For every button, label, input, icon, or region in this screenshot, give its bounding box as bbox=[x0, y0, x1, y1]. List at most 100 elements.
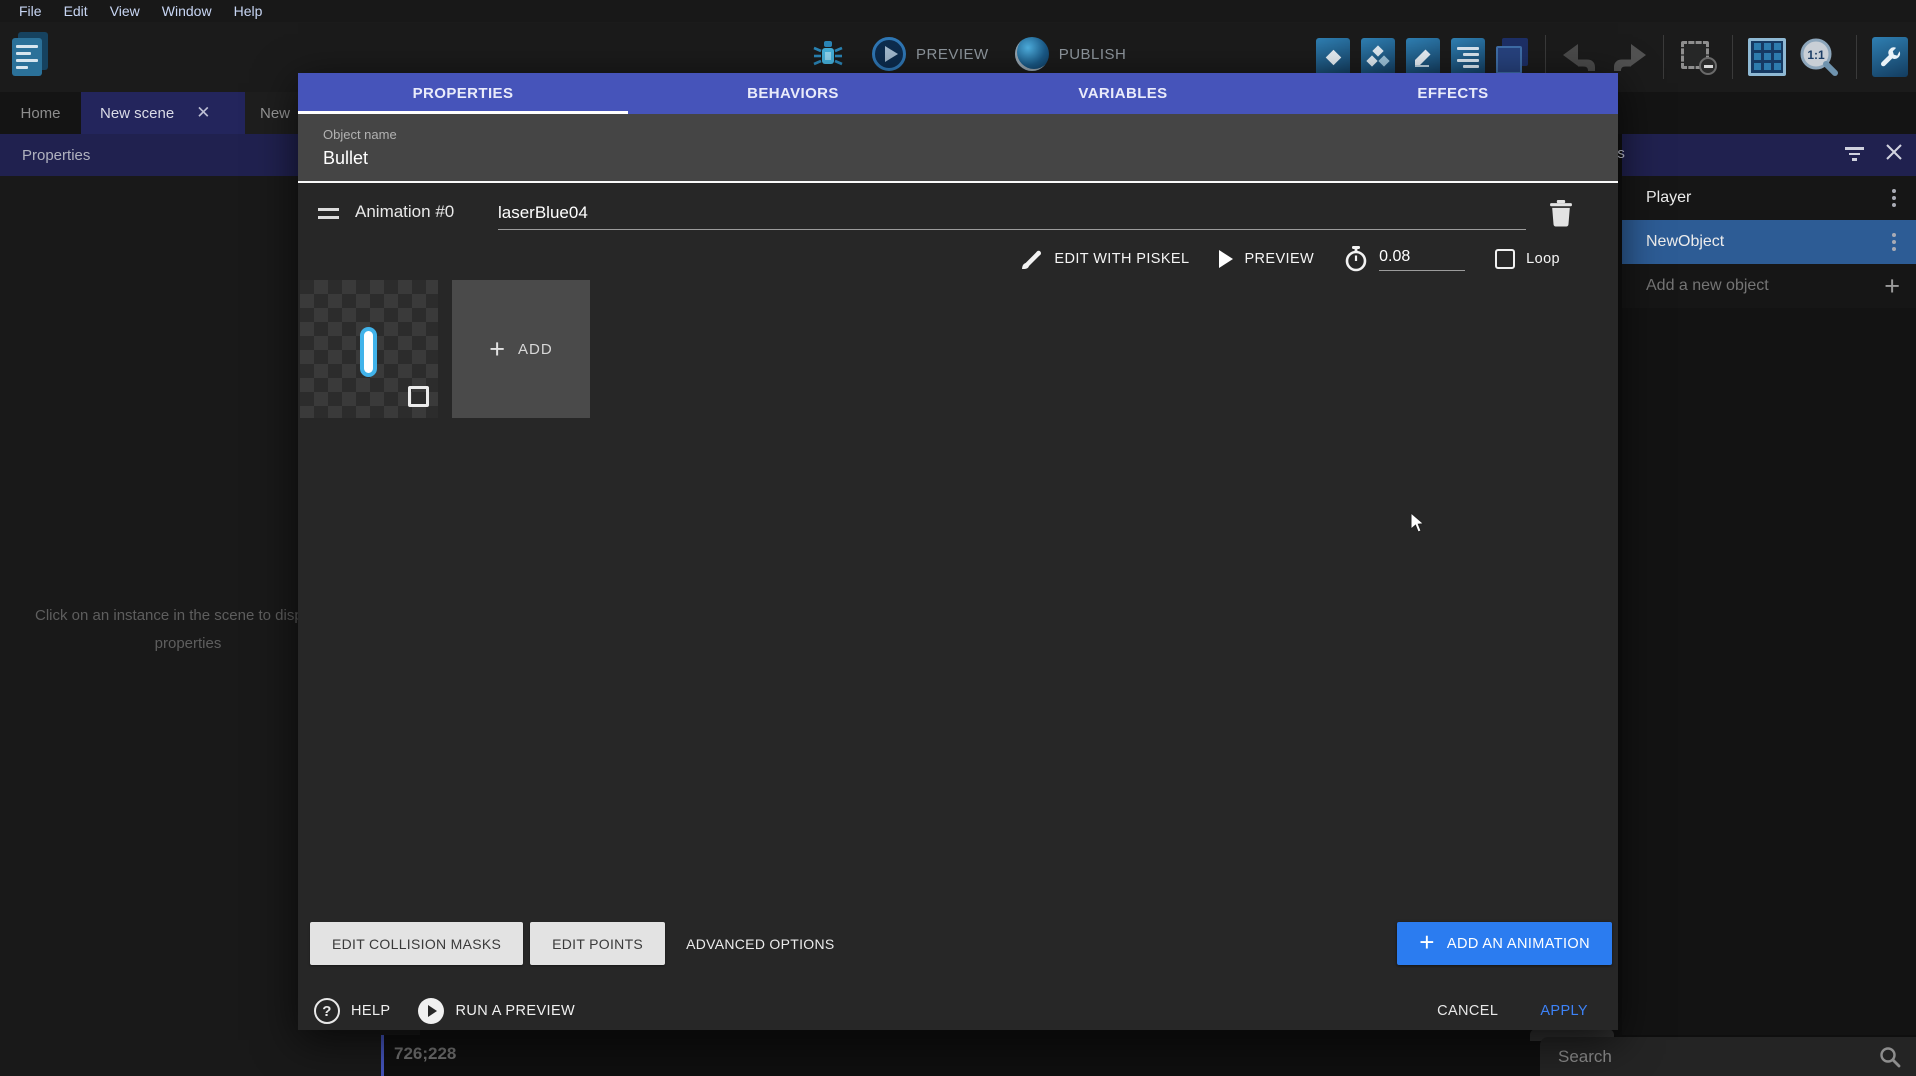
add-animation-button[interactable]: + ADD AN ANIMATION bbox=[1397, 922, 1612, 965]
stopwatch-icon bbox=[1344, 246, 1368, 272]
mouse-cursor bbox=[1410, 512, 1426, 534]
preview-play-icon bbox=[872, 37, 906, 71]
menu-view[interactable]: View bbox=[99, 3, 151, 19]
object-item-newobject[interactable]: NewObject bbox=[1622, 220, 1916, 264]
cube-glyph bbox=[1325, 49, 1341, 65]
drag-handle-icon[interactable] bbox=[318, 208, 339, 224]
add-frame-tile[interactable]: + ADD bbox=[452, 280, 590, 418]
page-lines-decoration bbox=[12, 38, 42, 76]
clear-selection-icon[interactable] bbox=[1679, 39, 1717, 75]
debug-icon[interactable] bbox=[812, 36, 844, 72]
status-bar: 726;228 bbox=[0, 1035, 1916, 1076]
menu-window[interactable]: Window bbox=[151, 3, 223, 19]
tab-new-scene-label: New scene bbox=[100, 105, 174, 122]
menu-bar: File Edit View Window Help bbox=[0, 0, 1916, 22]
zoom-1-1-icon[interactable]: 1:1 bbox=[1797, 36, 1841, 78]
plus-icon: + bbox=[1884, 271, 1900, 302]
list-glyph bbox=[1457, 47, 1479, 68]
grid-icon[interactable] bbox=[1748, 38, 1786, 76]
edit-scene-icon[interactable] bbox=[1406, 38, 1440, 76]
object-groups-icon[interactable] bbox=[1361, 38, 1395, 76]
delete-animation-button[interactable] bbox=[1548, 199, 1574, 227]
menu-edit[interactable]: Edit bbox=[53, 3, 99, 19]
search-icon[interactable] bbox=[1878, 1045, 1902, 1069]
dialog-tab-bar: PROPERTIES BEHAVIORS VARIABLES EFFECTS bbox=[298, 73, 1618, 114]
search-input[interactable] bbox=[1558, 1047, 1878, 1067]
menu-file[interactable]: File bbox=[8, 3, 53, 19]
close-tab-icon[interactable]: ✕ bbox=[196, 103, 210, 123]
cancel-button[interactable]: CANCEL bbox=[1437, 1003, 1498, 1019]
preview-label: PREVIEW bbox=[916, 46, 989, 63]
layers-icon[interactable] bbox=[1496, 38, 1530, 76]
dialog-footer: ? HELP RUN A PREVIEW CANCEL APPLY bbox=[314, 991, 1588, 1031]
help-icon: ? bbox=[314, 998, 340, 1024]
kebab-menu-icon[interactable] bbox=[1888, 185, 1900, 211]
frame-select-checkbox[interactable] bbox=[408, 386, 429, 407]
add-new-object-row[interactable]: Add a new object + bbox=[1622, 264, 1916, 308]
redo-icon[interactable] bbox=[1610, 42, 1648, 72]
add-animation-label: ADD AN ANIMATION bbox=[1447, 936, 1590, 952]
project-manager-icon[interactable] bbox=[12, 32, 50, 78]
advanced-options-button[interactable]: ADVANCED OPTIONS bbox=[672, 922, 848, 965]
cursor-coordinates-label: 726;228 bbox=[394, 1044, 456, 1064]
kebab-menu-icon[interactable] bbox=[1888, 229, 1900, 255]
animation-controls-row: EDIT WITH PISKEL PREVIEW Loop bbox=[298, 236, 1618, 282]
tab-home[interactable]: Home bbox=[0, 92, 81, 134]
settings-wrench-icon[interactable] bbox=[1872, 37, 1908, 77]
undo-icon[interactable] bbox=[1561, 42, 1599, 72]
tab-variables[interactable]: VARIABLES bbox=[958, 73, 1288, 114]
edit-with-piskel-label: EDIT WITH PISKEL bbox=[1054, 251, 1189, 267]
animation-title: Animation #0 bbox=[355, 202, 454, 222]
layer-front-glyph bbox=[1496, 46, 1522, 74]
preview-animation-label: PREVIEW bbox=[1244, 251, 1314, 267]
cubes-glyph bbox=[1367, 46, 1389, 68]
animation-frame-thumbnail[interactable] bbox=[300, 280, 438, 418]
filter-icon[interactable] bbox=[1845, 147, 1864, 164]
tab-behaviors[interactable]: BEHAVIORS bbox=[628, 73, 958, 114]
publish-globe-icon bbox=[1015, 37, 1049, 71]
status-bar-left bbox=[0, 1035, 381, 1076]
object-name-section: Object name bbox=[298, 114, 1618, 183]
objects-panel: Objects Player NewObject Add a new objec… bbox=[1622, 134, 1916, 1035]
tab-properties[interactable]: PROPERTIES bbox=[298, 73, 628, 114]
panel-accent-divider bbox=[381, 1035, 384, 1076]
tab-effects[interactable]: EFFECTS bbox=[1288, 73, 1618, 114]
properties-panel-title: Properties bbox=[22, 147, 90, 164]
object-name-label: Object name bbox=[323, 127, 1618, 142]
close-panel-icon[interactable] bbox=[1885, 143, 1903, 161]
plus-icon: + bbox=[489, 334, 506, 365]
help-label: HELP bbox=[351, 1003, 390, 1019]
play-circle-icon bbox=[418, 998, 444, 1024]
preview-animation-button[interactable]: PREVIEW bbox=[1219, 250, 1314, 268]
help-button[interactable]: ? HELP bbox=[314, 998, 390, 1024]
frames-row: + ADD bbox=[300, 280, 590, 418]
duration-field[interactable] bbox=[1379, 248, 1465, 271]
objects-panel-header: Objects bbox=[1622, 134, 1916, 176]
apply-button[interactable]: APPLY bbox=[1540, 1003, 1588, 1019]
loop-checkbox[interactable] bbox=[1495, 249, 1515, 269]
edit-points-button[interactable]: EDIT POINTS bbox=[530, 922, 665, 965]
animation-name-field[interactable] bbox=[498, 196, 1526, 230]
object-item-player[interactable]: Player bbox=[1622, 176, 1916, 220]
publish-button[interactable]: PUBLISH bbox=[1015, 37, 1141, 71]
wrench-glyph bbox=[1878, 45, 1902, 69]
run-preview-button[interactable]: RUN A PREVIEW bbox=[418, 998, 575, 1024]
run-preview-label: RUN A PREVIEW bbox=[455, 1003, 575, 1019]
object-item-label: NewObject bbox=[1646, 233, 1724, 251]
objects-search-bar bbox=[1540, 1037, 1916, 1076]
animation-header-row: Animation #0 bbox=[298, 196, 1618, 232]
dialog-actions-row: EDIT COLLISION MASKS EDIT POINTS ADVANCE… bbox=[310, 922, 1612, 965]
publish-label: PUBLISH bbox=[1059, 46, 1127, 63]
toolbar-divider bbox=[1856, 35, 1857, 79]
edit-with-piskel-button[interactable]: EDIT WITH PISKEL bbox=[1019, 247, 1189, 271]
events-sheet-icon[interactable] bbox=[1451, 38, 1485, 76]
toolbar-divider bbox=[1732, 35, 1733, 79]
tab-new-scene[interactable]: New scene ✕ bbox=[81, 92, 245, 134]
laser-bullet-sprite bbox=[360, 327, 377, 377]
preview-button[interactable]: PREVIEW bbox=[872, 37, 1003, 71]
loop-label: Loop bbox=[1526, 251, 1560, 267]
edit-collision-masks-button[interactable]: EDIT COLLISION MASKS bbox=[310, 922, 523, 965]
menu-help[interactable]: Help bbox=[223, 3, 274, 19]
object-name-field[interactable] bbox=[323, 148, 923, 169]
add-object-icon[interactable] bbox=[1316, 38, 1350, 76]
